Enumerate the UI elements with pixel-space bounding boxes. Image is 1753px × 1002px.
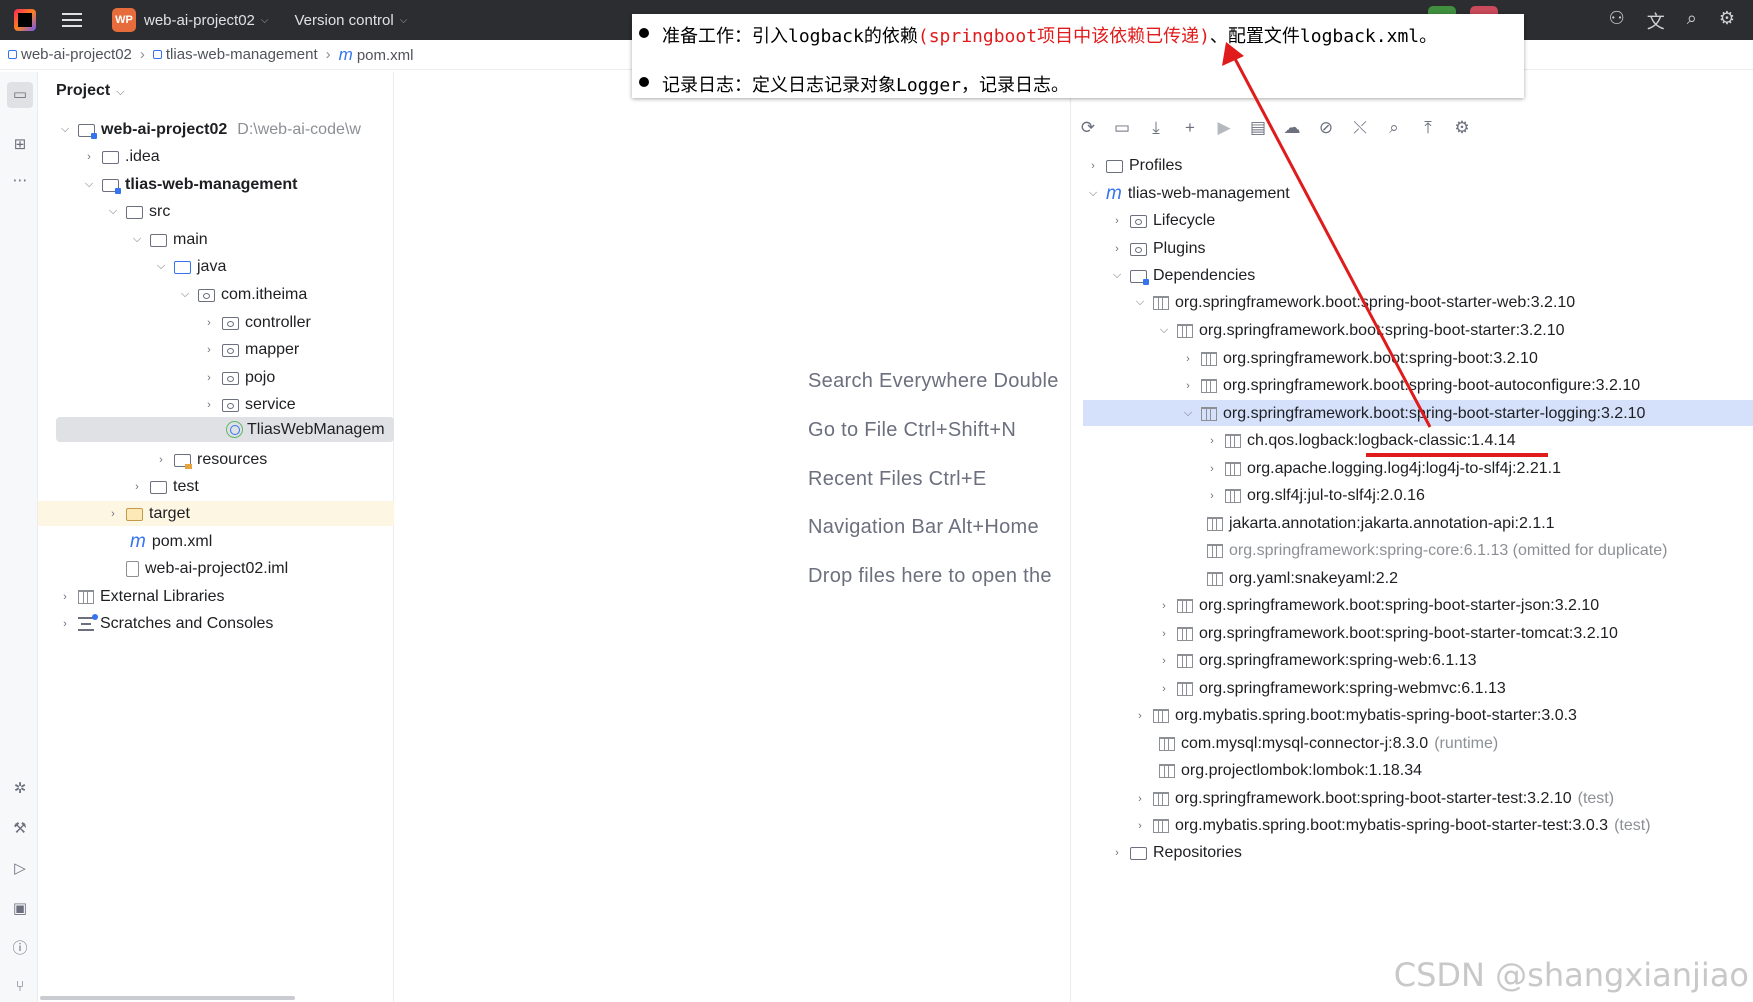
annotation-arrowhead [1222, 42, 1244, 66]
annotation-overlay [1222, 42, 1548, 457]
watermark: CSDN @shangxianjiao [1393, 956, 1749, 994]
annotation-arrow-line [1231, 54, 1432, 428]
